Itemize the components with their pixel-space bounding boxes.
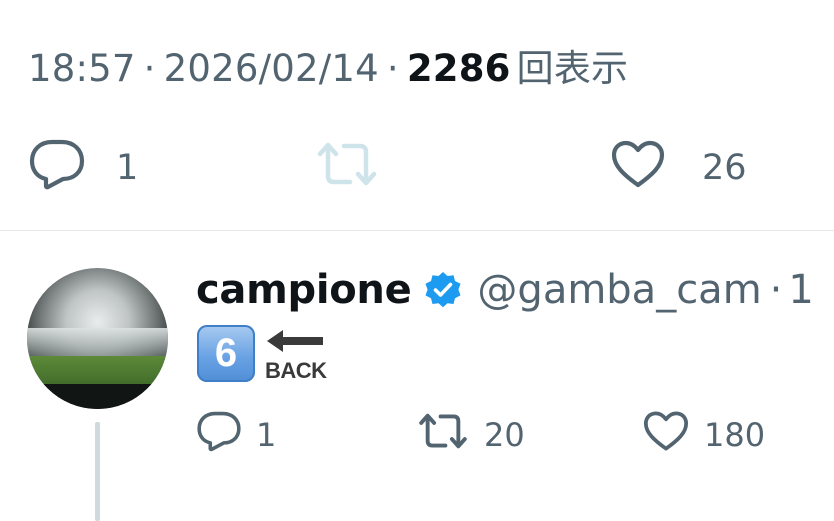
- back-arrow-emoji: BACK: [265, 328, 327, 384]
- like-icon: [642, 410, 690, 460]
- reply-time[interactable]: 1: [788, 267, 813, 313]
- reply-icon: [28, 138, 86, 199]
- avatar-stadium-lights: [27, 328, 168, 356]
- verified-badge-icon: [423, 270, 463, 310]
- retweet-button[interactable]: [314, 138, 380, 198]
- avatar-pitch: [27, 356, 168, 386]
- reply-count: 1: [116, 148, 139, 188]
- reply-icon: [196, 410, 242, 460]
- like-count: 26: [702, 148, 747, 188]
- header-separator: ·: [769, 267, 783, 313]
- meta-separator: ·: [386, 47, 399, 90]
- reply-actions: 1 20 180: [0, 408, 834, 462]
- reply-reply-button[interactable]: 1: [196, 408, 276, 462]
- like-button[interactable]: 26: [610, 138, 747, 198]
- reply-retweet-button[interactable]: 20: [416, 408, 525, 462]
- tweet-actions: 1 26: [0, 138, 834, 198]
- tweet-time: 18:57: [28, 47, 136, 90]
- user-handle[interactable]: @gamba_cam: [477, 267, 761, 313]
- retweet-icon: [416, 410, 470, 460]
- reply-reply-count: 1: [256, 416, 277, 454]
- avatar[interactable]: [27, 268, 168, 409]
- reply-retweet-count: 20: [484, 416, 525, 454]
- back-label: BACK: [265, 358, 327, 383]
- views-label: 回表示: [516, 47, 629, 90]
- tweet-meta: 18:57 · 2026/02/14 · 2286 回表示: [28, 38, 629, 90]
- divider: [0, 230, 834, 231]
- keycap-six-emoji: 6: [197, 325, 255, 382]
- tweet-date: 2026/02/14: [163, 47, 379, 90]
- reply-header: campione @gamba_cam · 1: [196, 262, 814, 318]
- retweet-icon: [314, 138, 380, 199]
- views-count: 2286: [406, 47, 511, 90]
- reply-button[interactable]: 1: [28, 138, 138, 198]
- reply-like-count: 180: [704, 416, 766, 454]
- keycap-digit: 6: [214, 331, 238, 375]
- like-icon: [610, 139, 666, 198]
- display-name[interactable]: campione: [196, 267, 412, 313]
- meta-separator: ·: [143, 47, 156, 90]
- back-arrow-icon: [267, 330, 323, 352]
- reply-like-button[interactable]: 180: [642, 408, 765, 462]
- avatar-crowd: [27, 384, 168, 409]
